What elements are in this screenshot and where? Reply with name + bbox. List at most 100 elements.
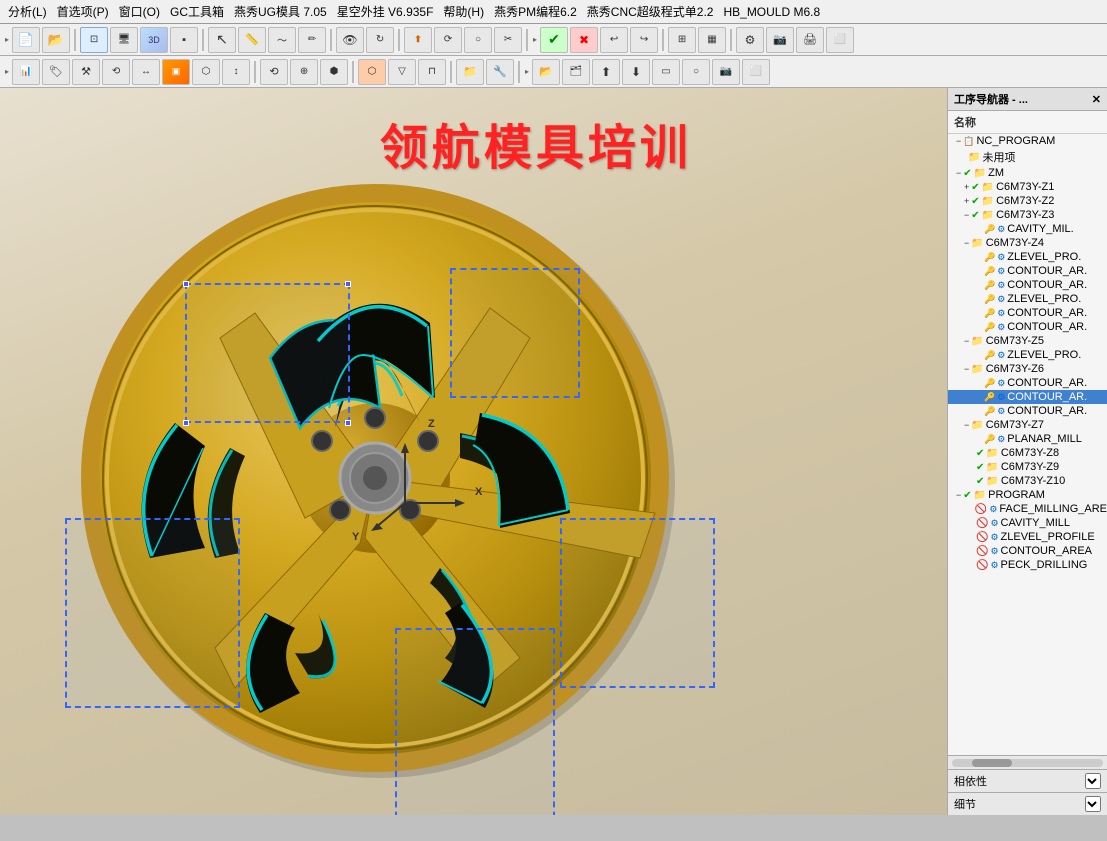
tb2-circle[interactable]: ○ <box>682 59 710 85</box>
tb2-upload[interactable]: ⬆ <box>592 59 620 85</box>
expand-z2[interactable]: + <box>964 196 969 206</box>
tree-item-cavity_mil[interactable]: 🔑⚙CAVITY_MIL. <box>948 222 1107 236</box>
tree-item-z4[interactable]: −📁C6M73Y-Z4 <box>948 236 1107 250</box>
menu-window[interactable]: 窗口(O) <box>115 2 164 21</box>
tb2-12[interactable]: ⬡ <box>358 59 386 85</box>
tb2-6[interactable]: ▣ <box>162 59 190 85</box>
tree-item-planar_mill[interactable]: 🔑⚙PLANAR_MILL <box>948 432 1107 446</box>
tb2-rect[interactable]: ▭ <box>652 59 680 85</box>
tb-fit-button[interactable]: ⊡ <box>80 27 108 53</box>
tree-item-z3[interactable]: −✔📁C6M73Y-Z3 <box>948 208 1107 222</box>
tb-box-button[interactable]: ▪ <box>170 27 198 53</box>
tb-extrude-button[interactable]: ⬆ <box>404 27 432 53</box>
tb2-13[interactable]: ▽ <box>388 59 416 85</box>
prog-nav-close[interactable]: ✕ <box>1092 93 1101 106</box>
tb-settings-button[interactable]: ⚙ <box>736 27 764 53</box>
horizontal-scrollbar[interactable] <box>952 759 1103 767</box>
tb2-15[interactable]: 📁 <box>456 59 484 85</box>
tb2-photo[interactable]: 📷 <box>712 59 740 85</box>
tree-item-z10[interactable]: ✔📁C6M73Y-Z10 <box>948 474 1107 488</box>
menu-yanxiu-cnc[interactable]: 燕秀CNC超级程式单2.2 <box>583 2 718 21</box>
tb2-8[interactable]: ↕ <box>222 59 250 85</box>
menu-hb-mould[interactable]: HB_MOULD M6.8 <box>719 4 824 20</box>
tb-x-button[interactable]: ✖ <box>570 27 598 53</box>
tb2-7[interactable]: ⬡ <box>192 59 220 85</box>
tree-item-contour_ar3[interactable]: 🔑⚙CONTOUR_AR. <box>948 306 1107 320</box>
tree-item-z5[interactable]: −📁C6M73Y-Z5 <box>948 334 1107 348</box>
tb-hole-button[interactable]: ○ <box>464 27 492 53</box>
tb-new-button[interactable]: 📄 <box>12 27 40 53</box>
tb2-5[interactable]: ↔ <box>132 59 160 85</box>
expand-program[interactable]: − <box>956 490 961 500</box>
tb-curve-button[interactable]: 〜 <box>268 27 296 53</box>
tree-item-zlevel_pro3[interactable]: 🔑⚙ZLEVEL_PRO. <box>948 348 1107 362</box>
tb-redo-button[interactable]: ↪ <box>630 27 658 53</box>
tb2-14[interactable]: ⊓ <box>418 59 446 85</box>
tree-item-z8[interactable]: ✔📁C6M73Y-Z8 <box>948 446 1107 460</box>
tb-window-button[interactable]: ⬜ <box>826 27 854 53</box>
toolbar2-expand-1[interactable]: ▸ <box>4 67 10 76</box>
expand-z6[interactable]: − <box>964 364 969 374</box>
tree-item-z2[interactable]: +✔📁C6M73Y-Z2 <box>948 194 1107 208</box>
prog-tree[interactable]: − 📋 NC_PROGRAM 📁未用项−✔📁ZM+✔📁C6M73Y-Z1+✔📁C… <box>948 134 1107 755</box>
tree-item-program[interactable]: −✔📁PROGRAM <box>948 488 1107 502</box>
tb-rotate-button[interactable]: ↻ <box>366 27 394 53</box>
tb2-11[interactable]: ⬢ <box>320 59 348 85</box>
tb-table-button[interactable]: ▦ <box>698 27 726 53</box>
dependency-expand[interactable]: ▼ <box>1085 773 1101 789</box>
tree-item-contour_area[interactable]: 🚫⚙CONTOUR_AREA <box>948 544 1107 558</box>
tb-grid-button[interactable]: ⊞ <box>668 27 696 53</box>
expand-z7[interactable]: − <box>964 420 969 430</box>
tb2-16[interactable]: 🔧 <box>486 59 514 85</box>
tree-item-z1[interactable]: +✔📁C6M73Y-Z1 <box>948 180 1107 194</box>
viewport[interactable]: 领航模具培训 <box>0 88 947 815</box>
tree-item-zlevel_profile[interactable]: 🚫⚙ZLEVEL_PROFILE <box>948 530 1107 544</box>
tb-revolve-button[interactable]: ⟳ <box>434 27 462 53</box>
tree-item-contour_ar2[interactable]: 🔑⚙CONTOUR_AR. <box>948 278 1107 292</box>
toolbar-expand-1[interactable]: ▸ <box>4 35 10 44</box>
tb2-download[interactable]: ⬇ <box>622 59 650 85</box>
wheel-3d-model[interactable]: Z X Y <box>30 138 730 815</box>
tree-item-zm[interactable]: −✔📁ZM <box>948 166 1107 180</box>
tree-item-contour_ar1[interactable]: 🔑⚙CONTOUR_AR. <box>948 264 1107 278</box>
tree-item-face_milling[interactable]: 🚫⚙FACE_MILLING_ARE <box>948 502 1107 516</box>
tb2-2[interactable]: 🏷 <box>42 59 70 85</box>
tree-item-z6[interactable]: −📁C6M73Y-Z6 <box>948 362 1107 376</box>
menu-analyze[interactable]: 分析(L) <box>4 2 51 21</box>
tb-measure-button[interactable]: 📏 <box>238 27 266 53</box>
tree-item-contour_ar6[interactable]: 🔑⚙CONTOUR_AR. <box>948 390 1107 404</box>
tb2-1[interactable]: 📊 <box>12 59 40 85</box>
tb2-folder1[interactable]: 📂 <box>532 59 560 85</box>
expand-z4[interactable]: − <box>964 238 969 248</box>
tree-item-peck_drilling[interactable]: 🚫⚙PECK_DRILLING <box>948 558 1107 572</box>
menu-yanxiu-pm[interactable]: 燕秀PM编程6.2 <box>490 2 581 21</box>
tb2-folder2[interactable]: 🗂 <box>562 59 590 85</box>
tb2-3[interactable]: ⚒ <box>72 59 100 85</box>
expand-zm[interactable]: − <box>956 168 961 178</box>
details-expand[interactable]: ▼ <box>1085 796 1101 812</box>
tb-undo-button[interactable]: ↩ <box>600 27 628 53</box>
tree-item-unused[interactable]: 📁未用项 <box>948 148 1107 166</box>
tb2-9[interactable]: ⟲ <box>260 59 288 85</box>
menu-help[interactable]: 帮助(H) <box>439 2 488 21</box>
scrollbar-thumb[interactable] <box>972 759 1012 767</box>
expand-z5[interactable]: − <box>964 336 969 346</box>
tree-root[interactable]: − 📋 NC_PROGRAM <box>948 134 1107 148</box>
menu-starsky[interactable]: 星空外挂 V6.935F <box>333 2 438 21</box>
tb-arrow-button[interactable]: ↖ <box>208 27 236 53</box>
menu-yanxiu-ug[interactable]: 燕秀UG模具 7.05 <box>230 2 331 21</box>
tb-3d-button[interactable]: 3D <box>140 27 168 53</box>
tb2-4[interactable]: ⟲ <box>102 59 130 85</box>
expand-z3[interactable]: − <box>964 210 969 220</box>
tree-item-zlevel_pro2[interactable]: 🔑⚙ZLEVEL_PRO. <box>948 292 1107 306</box>
tb-open-button[interactable]: 📂 <box>42 27 70 53</box>
menu-preference[interactable]: 首选项(P) <box>53 2 113 21</box>
tree-item-contour_ar5[interactable]: 🔑⚙CONTOUR_AR. <box>948 376 1107 390</box>
toolbar-expand-2[interactable]: ▸ <box>532 35 538 44</box>
tb-camera-button[interactable]: 📷 <box>766 27 794 53</box>
tree-item-zlevel_pro1[interactable]: 🔑⚙ZLEVEL_PRO. <box>948 250 1107 264</box>
root-expand[interactable]: − <box>956 136 961 146</box>
tree-item-cavity_mill2[interactable]: 🚫⚙CAVITY_MILL <box>948 516 1107 530</box>
tb-computer-button[interactable]: 🖥 <box>110 27 138 53</box>
tree-item-contour_ar4[interactable]: 🔑⚙CONTOUR_AR. <box>948 320 1107 334</box>
